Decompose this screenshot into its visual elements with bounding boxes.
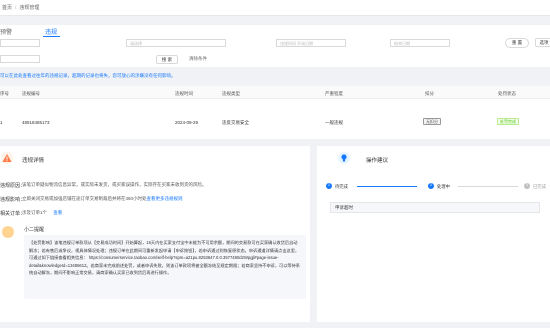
step-1-label: 待完成 bbox=[335, 184, 348, 189]
message-text: 【处罚影响】该笔违规订单款项从【交易成功时间】开始算起，15天内在买家支付宝中未… bbox=[29, 240, 300, 276]
message-sender: 小二提醒 bbox=[24, 227, 45, 233]
step-line-1 bbox=[357, 186, 417, 187]
violation-table: 序号 违规编号 违规时间 违规类型 严重程度 扣分 处罚状态 1 4851848… bbox=[0, 86, 550, 139]
col-severity: 严重程度 bbox=[325, 91, 343, 96]
info-notice: 可以在此处查看过往年的违规记录，超期的记录也将失，您可放心的涉嫌没有任何影响。 bbox=[0, 73, 176, 78]
violation-type-select[interactable]: 请选择 bbox=[126, 39, 226, 47]
tab-warning[interactable]: 预警 bbox=[0, 27, 12, 36]
col-status: 处罚状态 bbox=[498, 91, 516, 96]
col-id: 违规编号 bbox=[22, 91, 40, 96]
top-bar: 首页 / 违规管理 bbox=[0, 0, 550, 16]
step-2-label: 处理中 bbox=[437, 184, 450, 189]
points-tag: 无扣分 bbox=[423, 118, 441, 125]
cell-severity: 一般违规 bbox=[325, 120, 343, 125]
cell-date: 2024-09-29 bbox=[175, 120, 199, 125]
bulb-icon bbox=[338, 152, 350, 164]
col-type: 违规类型 bbox=[222, 91, 240, 96]
step-1-icon: 1 bbox=[326, 183, 332, 189]
detail-title: 违规详情 bbox=[22, 158, 45, 164]
impact-value: 立即关闭交易或加强店铺在途订单交易制裁后并将在360小时处查看更多违规规则 bbox=[22, 196, 183, 202]
violation-time-start[interactable]: 违规时间 开始日期 bbox=[276, 39, 346, 47]
sub-tabs: 预警 违规 bbox=[0, 25, 550, 37]
cell-type: 违反交易安全 bbox=[222, 120, 249, 125]
col-date: 违规时间 bbox=[175, 91, 193, 96]
step-line-2 bbox=[458, 186, 518, 187]
cell-id: 48518485173 bbox=[22, 120, 50, 125]
step-3-icon: 3 bbox=[524, 183, 530, 189]
breadcrumb-separator: / bbox=[15, 5, 17, 11]
violation-time-end[interactable]: 结束日期 bbox=[390, 39, 450, 47]
step-3-label: 已完成 bbox=[533, 184, 546, 189]
message-box: 【处罚影响】该笔违规订单款项从【交易成功时间】开始算起，15天内在买家支付宝中未… bbox=[24, 235, 306, 299]
breadcrumb-home[interactable]: 首页 bbox=[2, 5, 12, 11]
filter-panel: 请选择 违规时间 开始日期 结束日期 重 置 选项 搜 索 清除条件 bbox=[0, 37, 550, 67]
filter-input-1[interactable] bbox=[0, 39, 40, 47]
status-tag: 处罚完成 bbox=[497, 118, 519, 125]
breadcrumb-current: 违规管理 bbox=[19, 5, 40, 11]
order-value: 涉及订单1个 查看 bbox=[22, 210, 62, 216]
options-button[interactable]: 选项 bbox=[535, 38, 550, 47]
warning-icon bbox=[1, 152, 13, 164]
breadcrumb: 首页 / 违规管理 bbox=[2, 4, 39, 11]
view-order-link[interactable]: 查看 bbox=[53, 210, 62, 215]
tab-violation[interactable]: 违规 bbox=[45, 27, 57, 36]
avatar bbox=[2, 226, 14, 238]
reset-button[interactable]: 重 置 bbox=[505, 38, 529, 48]
operation-suggestion-card bbox=[317, 146, 550, 322]
impact-text: 立即关闭交易或加强店铺在途订单交易制裁后并将在360小时处 bbox=[22, 196, 147, 201]
reason-value: 该笔订单疑似物流信息异常，或实际未发货，或买家误操作，实际存在买家未收到货的风险… bbox=[22, 182, 207, 187]
order-count: 涉及订单1个 bbox=[22, 210, 48, 215]
filter-input-2[interactable] bbox=[0, 55, 40, 63]
table-header: 序号 违规编号 违规时间 违规类型 严重程度 扣分 处罚状态 bbox=[0, 86, 550, 99]
col-index: 序号 bbox=[0, 91, 9, 96]
violation-rules-link[interactable]: 查看更多违规规则 bbox=[147, 196, 183, 201]
step-2-icon: 2 bbox=[428, 183, 434, 189]
cell-index: 1 bbox=[0, 120, 3, 125]
search-button[interactable]: 搜 索 bbox=[156, 55, 178, 64]
appeal-status-text: 申诉超时 bbox=[335, 205, 353, 210]
clear-conditions-button[interactable]: 清除条件 bbox=[184, 55, 212, 64]
suggestion-title: 操作建议 bbox=[366, 158, 389, 164]
col-points: 扣分 bbox=[425, 91, 434, 96]
appeal-status-box: 申诉超时 bbox=[330, 202, 540, 213]
